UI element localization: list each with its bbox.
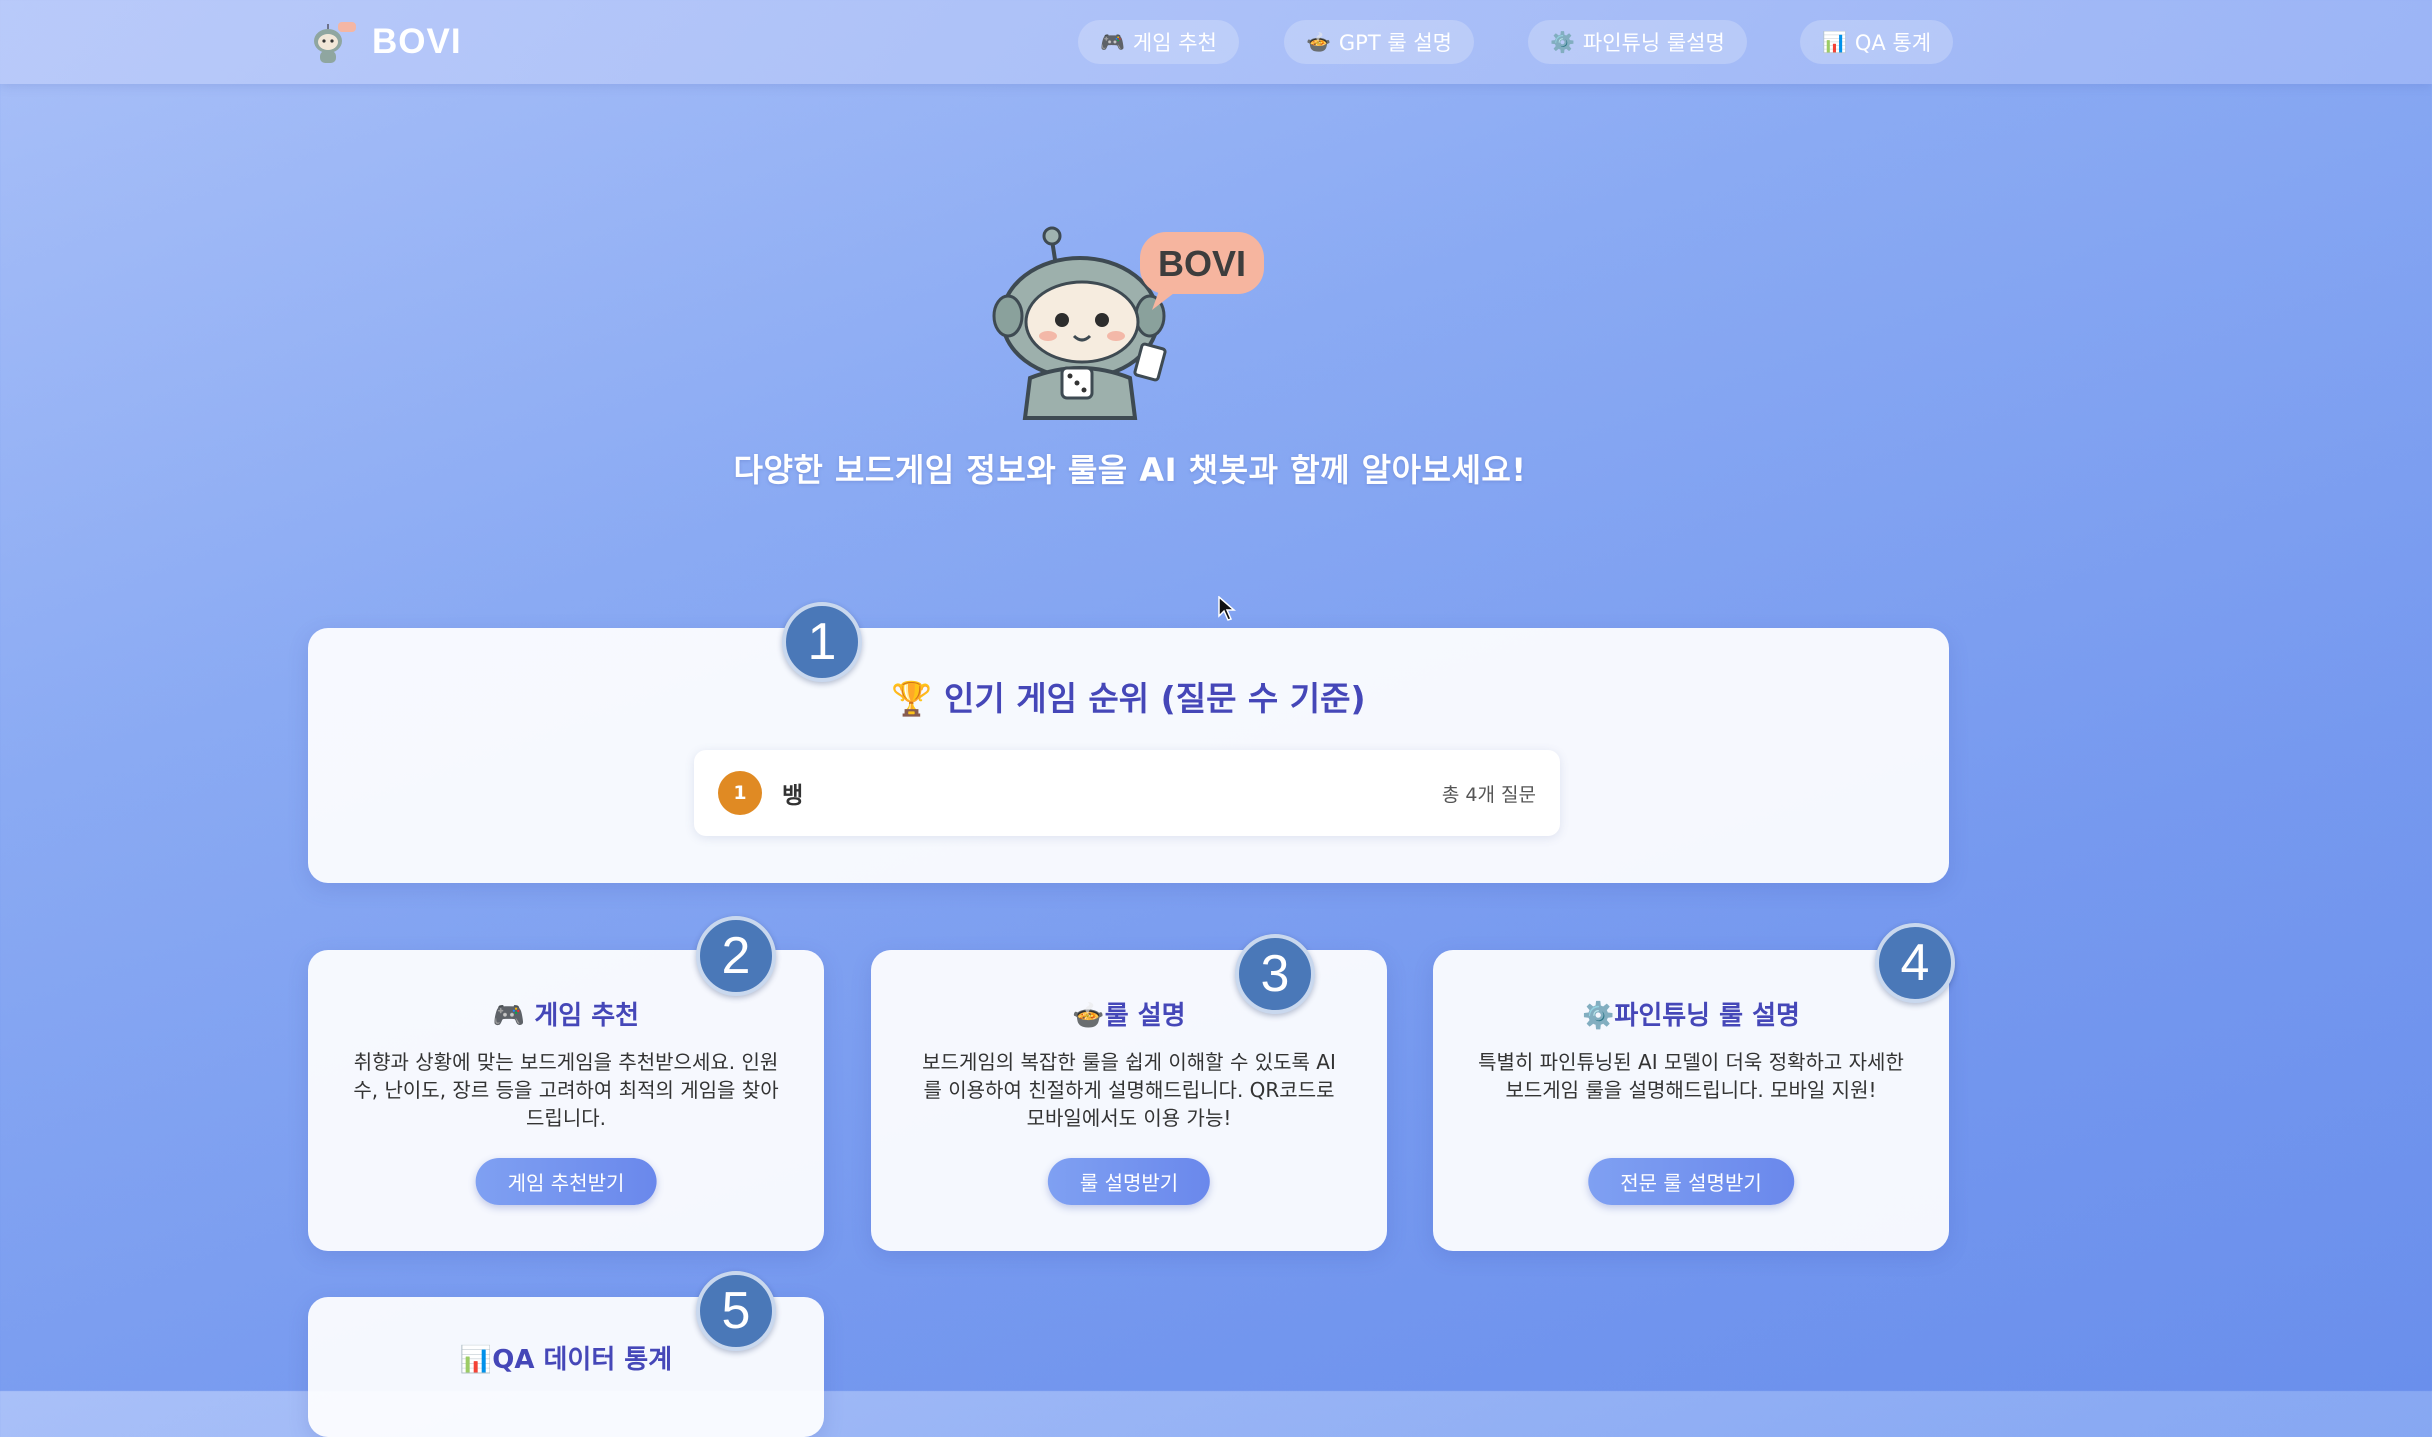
hero-mascot-illustration: BOVI — [990, 218, 1280, 428]
get-recommendation-button[interactable]: 게임 추천받기 — [475, 1158, 657, 1205]
nav-label: 게임 추천 — [1132, 31, 1217, 55]
mascot-badge-text: BOVI — [1158, 243, 1246, 284]
ranking-title: 🏆 인기 게임 순위 (질문 수 기준) — [891, 679, 1366, 718]
brand-link[interactable]: BOVI — [308, 18, 462, 66]
annotation-marker-1: 1 — [782, 602, 862, 682]
get-expert-rule-button[interactable]: 전문 룰 설명받기 — [1588, 1158, 1794, 1205]
feature-card-finetuned-rules: ⚙️파인튜닝 룰 설명 특별히 파인튜닝된 AI 모델이 더욱 정확하고 자세한… — [1433, 950, 1949, 1251]
gamepad-icon: 🎮 — [1100, 30, 1125, 54]
popular-games-ranking-card: 🏆 인기 게임 순위 (질문 수 기준) 1 뱅 총 4개 질문 — [308, 628, 1949, 883]
question-count: 총 4개 질문 — [1441, 784, 1536, 806]
annotation-marker-5: 5 — [696, 1271, 776, 1351]
feature-description: 특별히 파인튜닝된 AI 모델이 더욱 정확하고 자세한 보드게임 룰을 설명해… — [1478, 1050, 1904, 1102]
game-name: 뱅 — [782, 783, 804, 809]
feature-card-game-recommend: 🎮 게임 추천 취향과 상황에 맞는 보드게임을 추천받으세요. 인원수, 난이… — [308, 950, 824, 1251]
nav-game-recommend[interactable]: 🎮 게임 추천 — [1078, 20, 1239, 64]
ranking-row[interactable]: 1 뱅 총 4개 질문 — [694, 750, 1560, 836]
feature-title: 🍲룰 설명 — [1072, 1001, 1186, 1031]
bar-chart-icon: 📊 — [1822, 30, 1847, 54]
nav-qa-stats[interactable]: 📊 QA 통계 — [1800, 20, 1954, 64]
nav-label: QA 통계 — [1854, 31, 1932, 55]
nav-label: 파인튜닝 룰설명 — [1582, 31, 1725, 55]
gear-icon: ⚙️ — [1550, 30, 1575, 54]
hero-tagline: 다양한 보드게임 정보와 룰을 AI 챗봇과 함께 알아보세요! — [733, 451, 1527, 489]
annotation-marker-2: 2 — [696, 916, 776, 996]
feature-description: 취향과 상황에 맞는 보드게임을 추천받으세요. 인원수, 난이도, 장르 등을… — [353, 1050, 779, 1130]
feature-description: 보드게임의 복잡한 룰을 쉽게 이해할 수 있도록 AI를 이용하여 친절하게 … — [922, 1050, 1336, 1130]
get-rule-explanation-button[interactable]: 룰 설명받기 — [1047, 1158, 1211, 1205]
rank-badge: 1 — [718, 771, 762, 815]
feature-card-rule-explain: 🍲룰 설명 보드게임의 복잡한 룰을 쉽게 이해할 수 있도록 AI를 이용하여… — [871, 950, 1387, 1251]
nav-label: GPT 룰 설명 — [1338, 31, 1452, 55]
robot-mascot-icon — [308, 19, 358, 65]
brand-name: BOVI — [372, 22, 462, 61]
nav-finetuned-rules[interactable]: ⚙️ 파인튜닝 룰설명 — [1528, 20, 1747, 64]
feature-title: ⚙️파인튜닝 룰 설명 — [1582, 1001, 1800, 1031]
nav-gpt-rules[interactable]: 🍲 GPT 룰 설명 — [1284, 20, 1474, 64]
bowl-icon: 🍲 — [1306, 30, 1331, 54]
annotation-marker-3: 3 — [1235, 934, 1315, 1014]
annotation-marker-4: 4 — [1875, 923, 1955, 1003]
top-nav-bar: BOVI 🎮 게임 추천 🍲 GPT 룰 설명 ⚙️ 파인튜닝 룰설명 📊 QA… — [0, 0, 2432, 84]
mouse-cursor-icon — [1218, 595, 1237, 622]
feature-title: 🎮 게임 추천 — [492, 1001, 640, 1031]
